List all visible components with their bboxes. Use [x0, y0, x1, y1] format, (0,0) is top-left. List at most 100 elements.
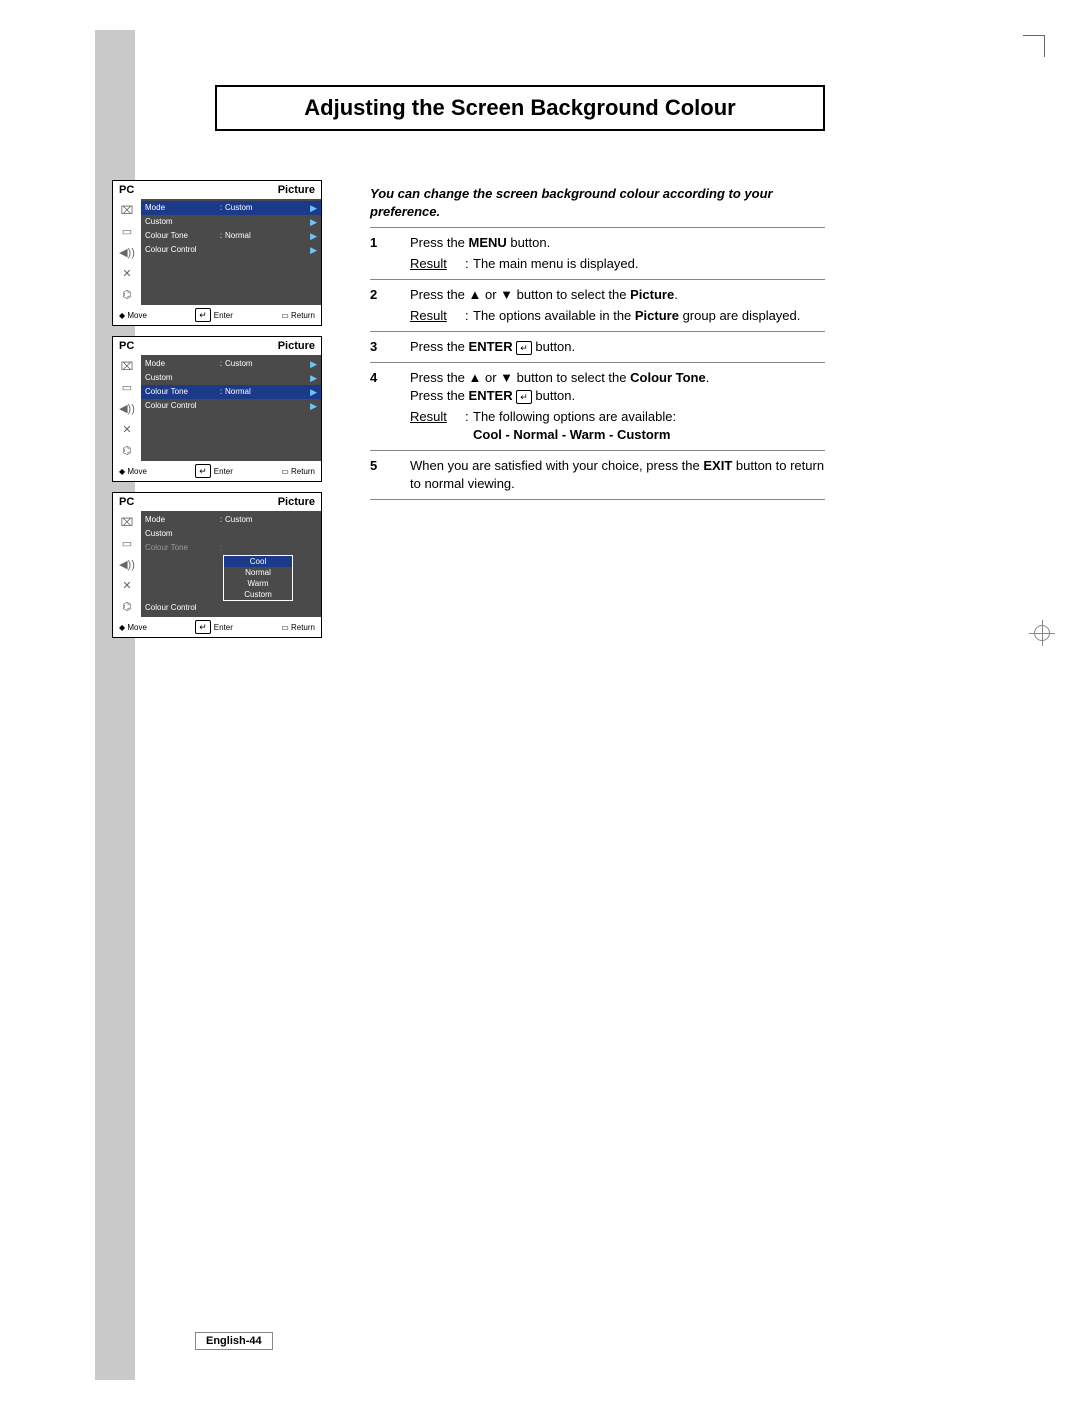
- osd-item-label: Mode: [145, 202, 217, 214]
- osd-dropdown: CoolNormalWarmCustom: [223, 555, 293, 601]
- page-number-label: English-44: [195, 1332, 273, 1350]
- result-text: The options available in the Picture gro…: [473, 307, 825, 325]
- page-title: Adjusting the Screen Background Colour: [233, 95, 807, 121]
- result-text: The main menu is displayed.: [473, 255, 825, 273]
- osd-source-label: PC: [119, 340, 134, 352]
- osd-item-label: Mode: [145, 358, 217, 370]
- result-label: Result: [410, 255, 465, 273]
- page-title-box: Adjusting the Screen Background Colour: [215, 85, 825, 131]
- divider: [370, 499, 825, 500]
- osd-move-hint: ◆ Move: [119, 467, 147, 476]
- osd-dropdown-option: Cool: [224, 556, 292, 567]
- osd-menu-item: Colour Control ▶: [141, 243, 321, 257]
- osd-return-hint: ▭ Return: [281, 467, 315, 476]
- osd-menu-list: Mode:CustomCustomColour Tone:CoolNormalW…: [141, 511, 321, 617]
- divider: [370, 227, 825, 228]
- osd-category-icon: ◀)): [117, 244, 137, 260]
- step-text: Press the ▲ or ▼ button to select the Pi…: [410, 286, 825, 304]
- osd-menu-item: Colour Tone:: [141, 541, 321, 555]
- osd-item-label: Custom: [145, 372, 217, 384]
- osd-source-label: PC: [119, 496, 134, 508]
- osd-menu-item: Mode:Custom: [141, 513, 321, 527]
- divider: [370, 331, 825, 332]
- step-text: When you are satisfied with your choice,…: [410, 457, 825, 493]
- osd-dropdown-option: Normal: [224, 567, 292, 578]
- osd-category-icon: ⌬: [117, 598, 137, 614]
- osd-menu-item: Custom: [141, 527, 321, 541]
- osd-menu-item: Colour Tone:Normal▶: [141, 229, 321, 243]
- osd-footer: ◆ Move↵ Enter▭ Return: [113, 617, 321, 637]
- osd-category-icon: ⌬: [117, 442, 137, 458]
- osd-menu-item: Colour Tone:Normal▶: [141, 385, 321, 399]
- step-body: When you are satisfied with your choice,…: [410, 457, 825, 493]
- osd-menu-title: Picture: [278, 496, 315, 508]
- osd-item-label: Colour Control: [145, 400, 217, 412]
- osd-item-label: Colour Control: [145, 602, 217, 614]
- osd-category-icon: ▭: [117, 535, 137, 551]
- chevron-right-icon: ▶: [310, 202, 317, 214]
- osd-item-label: Custom: [145, 528, 217, 540]
- manual-page: Adjusting the Screen Background Colour P…: [95, 30, 830, 1380]
- step-text: Press the ▲ or ▼ button to select the Co…: [410, 369, 825, 387]
- osd-category-icon: ⌬: [117, 286, 137, 302]
- osd-dropdown-option: Custom: [224, 589, 292, 600]
- instruction-step: 5When you are satisfied with your choice…: [370, 457, 825, 493]
- divider: [370, 362, 825, 363]
- chevron-right-icon: ▶: [310, 386, 317, 398]
- osd-category-icon: ✕: [117, 265, 137, 281]
- step-number: 3: [370, 338, 410, 356]
- osd-category-icon: ✕: [117, 577, 137, 593]
- instruction-step: 4Press the ▲ or ▼ button to select the C…: [370, 369, 825, 444]
- osd-item-value: Custom: [225, 358, 317, 370]
- osd-item-label: Colour Tone: [145, 230, 217, 242]
- instruction-step: 1Press the MENU button.Result:The main m…: [370, 234, 825, 273]
- osd-screenshot-1: PCPicture⌧▭◀))✕⌬Mode:Custom▶Custom▶Colou…: [112, 180, 322, 326]
- osd-category-icon: ⌧: [117, 202, 137, 218]
- chevron-right-icon: ▶: [310, 244, 317, 256]
- instructions-column: You can change the screen background col…: [370, 185, 825, 506]
- chevron-right-icon: ▶: [310, 358, 317, 370]
- result-text: The following options are available:Cool…: [473, 408, 825, 444]
- registration-mark: [1029, 620, 1055, 646]
- osd-menu-list: Mode:Custom▶Custom▶Colour Tone:Normal▶Co…: [141, 355, 321, 461]
- osd-menu-title: Picture: [278, 340, 315, 352]
- instruction-step: 2Press the ▲ or ▼ button to select the P…: [370, 286, 825, 325]
- step-body: Press the ▲ or ▼ button to select the Pi…: [410, 286, 825, 325]
- step-result: Result:The options available in the Pict…: [410, 307, 825, 325]
- osd-menu-item: Custom ▶: [141, 215, 321, 229]
- osd-body: ⌧▭◀))✕⌬Mode:Custom▶Custom▶Colour Tone:No…: [113, 199, 321, 305]
- osd-enter-hint: ↵ Enter: [195, 464, 233, 478]
- osd-item-label: Colour Control: [145, 244, 217, 256]
- osd-header: PC Picture: [113, 493, 321, 511]
- osd-menu-item: Mode:Custom▶: [141, 357, 321, 371]
- osd-menu-item: Custom ▶: [141, 371, 321, 385]
- step-body: Press the ENTER ↵ button.: [410, 338, 825, 356]
- osd-menu-item: Colour Control▶: [141, 399, 321, 413]
- osd-category-icon: ⌧: [117, 358, 137, 374]
- chevron-right-icon: ▶: [310, 216, 317, 228]
- chevron-right-icon: ▶: [310, 230, 317, 242]
- osd-item-value: Custom: [225, 514, 317, 526]
- osd-item-label: Colour Tone: [145, 386, 217, 398]
- osd-category-icon: ▭: [117, 223, 137, 239]
- osd-item-value: Normal: [225, 386, 317, 398]
- step-text: Press the ENTER ↵ button.: [410, 387, 825, 405]
- osd-item-label: Custom: [145, 216, 217, 228]
- step-number: 5: [370, 457, 410, 493]
- osd-icon-column: ⌧▭◀))✕⌬: [113, 511, 141, 617]
- step-body: Press the ▲ or ▼ button to select the Co…: [410, 369, 825, 444]
- osd-enter-hint: ↵ Enter: [195, 620, 233, 634]
- osd-enter-hint: ↵ Enter: [195, 308, 233, 322]
- osd-item-value: Normal: [225, 230, 317, 242]
- osd-icon-column: ⌧▭◀))✕⌬: [113, 355, 141, 461]
- osd-menu-item: Mode:Custom▶: [141, 201, 321, 215]
- divider: [370, 450, 825, 451]
- osd-category-icon: ▭: [117, 379, 137, 395]
- osd-item-label: Mode: [145, 514, 217, 526]
- step-number: 4: [370, 369, 410, 444]
- osd-category-icon: ⌧: [117, 514, 137, 530]
- result-label: Result: [410, 307, 465, 325]
- crop-mark: [1023, 35, 1045, 57]
- result-label: Result: [410, 408, 465, 444]
- chevron-right-icon: ▶: [310, 372, 317, 384]
